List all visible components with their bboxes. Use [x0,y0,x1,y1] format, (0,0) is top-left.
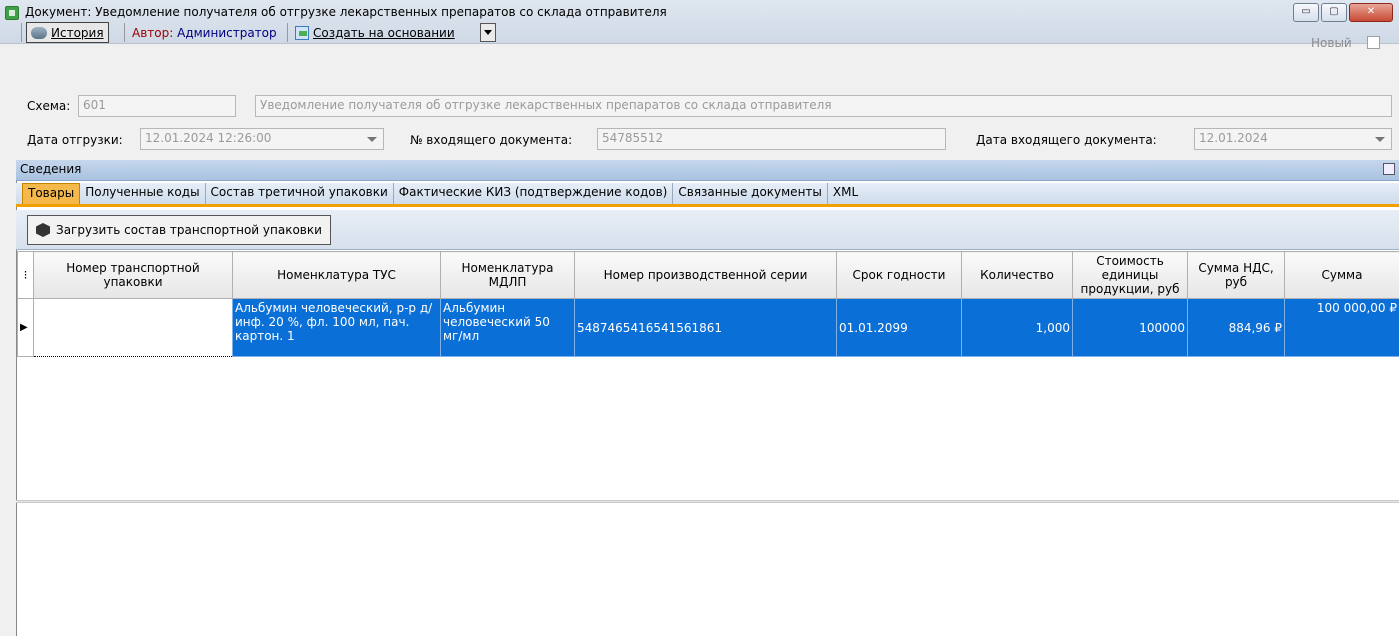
ship-date-field[interactable]: 12.01.2024 12:26:00 [140,128,384,150]
col-header-expiry[interactable]: Срок годности [836,251,962,299]
tab-actual-kiz[interactable]: Фактические КИЗ (подтверждение кодов) [394,183,674,204]
ship-date-value: 12.01.2024 12:26:00 [145,131,272,145]
incoming-date-label: Дата входящего документа: [976,133,1157,147]
col-header-vat[interactable]: Сумма НДС, руб [1187,251,1285,299]
tab-strip: Товары Полученные коды Состав третичной … [16,183,1399,207]
chevron-down-icon [1375,137,1385,142]
new-checkbox[interactable] [1367,36,1380,49]
window-title: Документ: Уведомление получателя об отгр… [25,5,667,19]
load-transport-package-button[interactable]: Загрузить состав транспортной упаковки [27,215,331,245]
details-section-header: Сведения [16,160,1399,181]
close-button[interactable]: ✕ [1349,3,1393,22]
history-icon [31,26,47,39]
col-header-qty[interactable]: Количество [961,251,1073,299]
row-pointer-icon: ▶ [17,298,34,357]
toolbar-separator [287,23,288,42]
table-row[interactable]: ▶ Альбумин человеческий, р-р д/инф. 20 %… [17,298,1399,357]
incoming-date-value: 12.01.2024 [1199,131,1268,145]
col-header-sum[interactable]: Сумма [1284,251,1399,299]
cell-transport-no[interactable] [33,298,233,357]
new-label: Новый [1311,36,1352,50]
tab-received-codes[interactable]: Полученные коды [80,183,206,204]
details-section-title: Сведения [20,162,82,176]
create-based-button[interactable]: Создать на основании [295,23,455,42]
col-header-transport-no[interactable]: Номер транспортной упаковки [33,251,233,299]
cell-tus[interactable]: Альбумин человеческий, р-р д/инф. 20 %, … [232,298,441,357]
collapse-icon[interactable] [1383,163,1395,175]
cell-mdlp[interactable]: Альбумин человеческий 50 мг/мл [440,298,575,357]
toolbar-separator [21,23,22,42]
incoming-no-label: № входящего документа: [410,133,573,147]
col-header-unit-price[interactable]: Стоимость единицы продукции, руб [1072,251,1188,299]
tab-linked-documents[interactable]: Связанные документы [673,183,828,204]
tab-tertiary-package[interactable]: Состав третичной упаковки [206,183,394,204]
create-based-label: Создать на основании [313,25,455,40]
scheme-code-field[interactable]: 601 [78,95,236,117]
scheme-name-field[interactable]: Уведомление получателя об отгрузке лекар… [255,95,1392,117]
maximize-button[interactable]: ▢ [1321,3,1347,22]
chevron-down-icon [367,137,377,142]
cube-icon [36,223,50,237]
document-icon [5,6,19,20]
create-doc-icon [295,25,309,40]
col-header-mdlp[interactable]: Номенклатура МДЛП [440,251,575,299]
cell-series[interactable]: 5487465416541561861 [574,298,837,357]
author-label: Автор: [132,26,174,40]
col-header-series[interactable]: Номер производственной серии [574,251,837,299]
ship-date-label: Дата отгрузки: [27,133,123,147]
minimize-button[interactable]: ▭ [1293,3,1319,22]
toolbar-separator [124,23,125,42]
load-transport-package-label: Загрузить состав транспортной упаковки [56,223,322,237]
goods-grid: ⁝ Номер транспортной упаковки Номенклату… [17,251,1399,357]
cell-sum[interactable]: 100 000,00 ₽ [1284,298,1399,357]
author-info: Автор: Администратор [132,26,277,40]
incoming-date-field[interactable]: 12.01.2024 [1194,128,1392,150]
chevron-down-icon [484,30,492,35]
author-value: Администратор [177,26,277,40]
incoming-no-field[interactable]: 54785512 [597,128,946,150]
create-dropdown-button[interactable] [480,23,496,42]
history-label: История [51,25,104,40]
tab-goods[interactable]: Товары [22,183,81,204]
cell-unit-price[interactable]: 100000 [1072,298,1188,357]
tab-xml[interactable]: XML [828,183,863,204]
panel-splitter[interactable] [16,500,1399,503]
cell-qty[interactable]: 1,000 [961,298,1073,357]
history-button[interactable]: История [26,22,109,43]
col-header-tus[interactable]: Номенклатура ТУС [232,251,441,299]
cell-vat[interactable]: 884,96 ₽ [1187,298,1285,357]
scheme-label: Схема: [27,99,71,113]
cell-expiry[interactable]: 01.01.2099 [836,298,962,357]
grid-settings-icon[interactable]: ⁝ [17,251,34,299]
